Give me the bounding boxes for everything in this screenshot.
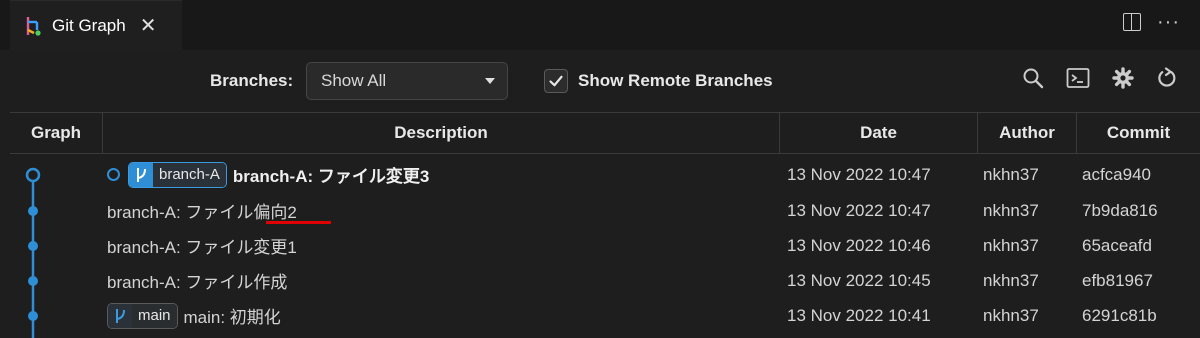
date-cell: 13 Nov 2022 10:46 (787, 235, 931, 255)
table-row[interactable]: branch-A: ファイル偏向2 13 Nov 2022 10:47 nkhn… (10, 193, 1200, 228)
branch-icon (108, 303, 132, 328)
date-cell: 13 Nov 2022 10:45 (787, 270, 931, 290)
commit-hash-cell: acfca940 (1082, 164, 1151, 184)
branch-ref-badge[interactable]: branch-A (128, 161, 227, 188)
commit-hash-cell: 7b9da816 (1082, 200, 1158, 220)
branches-label: Branches: (210, 71, 294, 90)
commit-graph (25, 167, 41, 338)
column-header-graph[interactable]: Graph (10, 113, 103, 153)
graph-node[interactable] (28, 241, 38, 251)
table-row[interactable]: branch-A: ファイル変更1 13 Nov 2022 10:46 nkhn… (10, 228, 1200, 263)
commit-hash-cell: 65aceafd (1082, 235, 1152, 255)
column-header-author[interactable]: Author (978, 113, 1077, 153)
show-remote-branches-label[interactable]: Show Remote Branches (578, 71, 773, 91)
date-cell: 13 Nov 2022 10:47 (787, 200, 931, 220)
controls-icons (1022, 67, 1178, 89)
graph-node[interactable] (28, 276, 38, 286)
branches-dropdown-value: Show All (321, 71, 387, 90)
commit-message: branch-A: ファイル変更3 (232, 167, 430, 186)
git-graph-icon (26, 16, 41, 36)
controls-bar: Branches: Show All Show Remote Branches (10, 50, 1200, 112)
graph-node[interactable] (28, 206, 38, 216)
graph-node[interactable] (28, 311, 38, 321)
close-icon[interactable]: ✕ (140, 16, 157, 36)
table-row[interactable]: main main: 初期化 13 Nov 2022 10:41 nkhn37 … (10, 298, 1200, 333)
refresh-icon[interactable] (1156, 67, 1178, 89)
commit-table: Graph Description Date Author Commit bra… (10, 112, 1200, 338)
checkmark-icon (549, 75, 563, 87)
commit-message: branch-A: ファイル作成 (107, 273, 288, 292)
branch-ref-name: branch-A (153, 162, 226, 187)
chevron-down-icon (485, 78, 495, 84)
description-cell: branch-A branch-A: ファイル変更3 (107, 157, 429, 192)
highlight-underline (266, 221, 331, 224)
author-cell: nkhn37 (983, 305, 1039, 325)
table-row[interactable]: branch-A: ファイル作成 13 Nov 2022 10:45 nkhn3… (10, 263, 1200, 298)
column-header-description[interactable]: Description (103, 113, 780, 153)
head-commit-icon (107, 168, 120, 181)
commit-message: main: 初期化 (183, 308, 281, 327)
show-remote-branches-checkbox[interactable] (544, 69, 568, 93)
split-editor-icon[interactable] (1123, 13, 1142, 31)
column-header-commit[interactable]: Commit (1077, 113, 1200, 153)
branch-ref-badge[interactable]: main (107, 302, 178, 329)
editor-actions: ··· (1123, 12, 1180, 32)
branches-dropdown[interactable]: Show All (306, 62, 508, 100)
date-cell: 13 Nov 2022 10:47 (787, 164, 931, 184)
table-header: Graph Description Date Author Commit (10, 112, 1200, 154)
author-cell: nkhn37 (983, 235, 1039, 255)
date-cell: 13 Nov 2022 10:41 (787, 305, 931, 325)
description-cell: main main: 初期化 (107, 298, 281, 333)
commit-hash-cell: 6291c81b (1082, 305, 1157, 325)
tab-title: Git Graph (52, 15, 126, 35)
column-header-date[interactable]: Date (780, 113, 978, 153)
graph-node-head[interactable] (25, 167, 41, 183)
branch-ref-name: main (132, 303, 177, 328)
table-row[interactable]: branch-A branch-A: ファイル変更3 13 Nov 2022 1… (10, 157, 1200, 192)
more-actions-icon[interactable]: ··· (1157, 12, 1180, 32)
commit-message: branch-A: ファイル変更1 (107, 238, 297, 257)
terminal-icon[interactable] (1066, 67, 1090, 89)
search-icon[interactable] (1022, 67, 1044, 89)
tab-git-graph[interactable]: Git Graph ✕ (10, 0, 182, 50)
branch-icon (129, 162, 153, 187)
commit-hash-cell: efb81967 (1082, 270, 1153, 290)
author-cell: nkhn37 (983, 200, 1039, 220)
gear-icon[interactable] (1112, 67, 1134, 89)
author-cell: nkhn37 (983, 270, 1039, 290)
tab-bar: Git Graph ✕ ··· (0, 0, 1200, 50)
author-cell: nkhn37 (983, 164, 1039, 184)
